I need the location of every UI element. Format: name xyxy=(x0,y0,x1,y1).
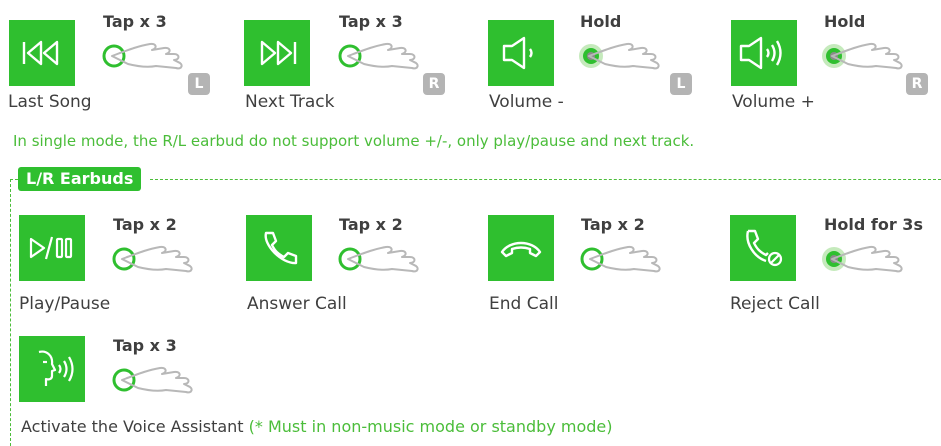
function-label: Next Track xyxy=(245,92,335,112)
function-label: Play/Pause xyxy=(19,294,111,314)
gesture-label: Tap x 3 xyxy=(113,336,177,355)
next-track-icon xyxy=(244,20,310,86)
gesture-label: Hold xyxy=(824,12,866,31)
tap-gesture-icon xyxy=(338,245,419,273)
left-earbud-badge: L xyxy=(188,73,210,95)
gesture-label: Tap x 2 xyxy=(113,215,177,234)
reject-call-icon xyxy=(730,215,796,281)
function-label: Last Song xyxy=(8,92,92,112)
function-label: Volume + xyxy=(732,92,815,112)
right-earbud-badge: R xyxy=(423,73,445,95)
function-label: Answer Call xyxy=(247,294,347,314)
gesture-label: Tap x 3 xyxy=(339,12,403,31)
volume-up-icon xyxy=(731,20,797,86)
hold-gesture-icon xyxy=(822,42,903,70)
gesture-label: Hold xyxy=(580,12,622,31)
gesture-label: Tap x 2 xyxy=(339,215,403,234)
volume-down-icon xyxy=(488,20,554,86)
section-border-corner xyxy=(10,179,18,180)
function-label: Activate the Voice Assistant xyxy=(21,417,244,436)
hold-gesture-icon xyxy=(579,42,660,70)
function-label: Volume - xyxy=(489,92,564,112)
tap-gesture-icon xyxy=(338,42,419,70)
gesture-label: Tap x 3 xyxy=(103,12,167,31)
gesture-label: Tap x 2 xyxy=(581,215,645,234)
function-label: End Call xyxy=(489,294,559,314)
end-call-icon xyxy=(488,215,554,281)
play-pause-icon xyxy=(19,215,85,281)
single-mode-note: In single mode, the R/L earbud do not su… xyxy=(13,132,695,150)
tap-gesture-icon xyxy=(112,366,193,394)
right-earbud-badge: R xyxy=(906,73,928,95)
tap-gesture-icon xyxy=(112,245,193,273)
function-label: Reject Call xyxy=(730,294,820,314)
voice-assistant-icon xyxy=(19,336,85,402)
section-border-left xyxy=(10,179,11,446)
hold-gesture-icon xyxy=(822,245,903,273)
previous-track-icon xyxy=(9,20,75,86)
voice-assistant-note: (* Must in non-music mode or standby mod… xyxy=(248,417,613,436)
section-border-top xyxy=(150,179,941,180)
answer-call-icon xyxy=(246,215,312,281)
left-earbud-badge: L xyxy=(670,73,692,95)
voice-assistant-label: Activate the Voice Assistant (* Must in … xyxy=(21,417,612,436)
tap-gesture-icon xyxy=(580,245,661,273)
gesture-label: Hold for 3s xyxy=(824,215,923,234)
tap-gesture-icon xyxy=(102,42,183,70)
section-title: L/R Earbuds xyxy=(18,167,142,191)
